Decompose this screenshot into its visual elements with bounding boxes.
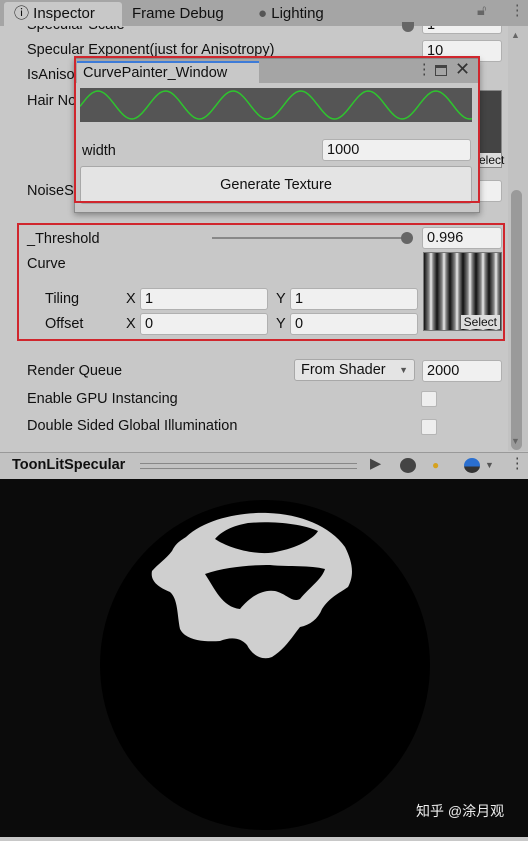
- info-icon: ⓘ: [14, 5, 34, 22]
- background-sphere-icon[interactable]: [464, 458, 480, 473]
- chevron-down-icon: ▼: [399, 365, 408, 375]
- slider-handle[interactable]: [402, 22, 414, 32]
- bulb-icon: ●: [258, 5, 272, 22]
- play-icon[interactable]: ▶: [370, 456, 381, 472]
- width-label: width: [82, 143, 116, 159]
- maximize-icon[interactable]: [435, 65, 447, 76]
- more-icon[interactable]: ⋮: [510, 456, 525, 472]
- curve-preview[interactable]: [80, 88, 472, 122]
- drag-handle[interactable]: [140, 463, 357, 469]
- more-icon[interactable]: ⋮: [417, 62, 432, 78]
- tiling-x-label: X: [126, 291, 136, 307]
- more-icon[interactable]: ⋮: [510, 3, 525, 19]
- lock-icon[interactable]: 🔓︎: [477, 3, 486, 19]
- offset-x-label: X: [126, 316, 136, 332]
- threshold-field[interactable]: 0.996: [422, 227, 502, 249]
- offset-label: Offset: [45, 316, 84, 332]
- gpu-instancing-label: Enable GPU Instancing: [27, 391, 178, 407]
- double-sided-gi-label: Double Sided Global Illumination: [27, 418, 238, 434]
- sphere-mesh-icon[interactable]: [400, 458, 416, 473]
- light-icon[interactable]: ●: [432, 458, 446, 472]
- preview-toolbar: ToonLitSpecular ▶ ● ▼ ⋮: [0, 452, 528, 479]
- width-field[interactable]: 1000: [322, 139, 471, 161]
- noise-label: NoiseS: [27, 183, 74, 199]
- threshold-slider-handle[interactable]: [401, 232, 413, 244]
- offset-y-field[interactable]: 0: [290, 313, 418, 335]
- tiling-label: Tiling: [45, 291, 80, 307]
- tiling-y-label: Y: [276, 291, 286, 307]
- curve-label: Curve: [27, 256, 66, 272]
- tiling-y-field[interactable]: 1: [290, 288, 418, 310]
- generate-texture-button[interactable]: Generate Texture: [80, 166, 472, 204]
- popup-title: CurvePainter_Window: [77, 61, 259, 83]
- preview-sphere: [100, 500, 430, 830]
- tiling-x-field[interactable]: 1: [140, 288, 268, 310]
- chevron-down-icon[interactable]: ▼: [485, 460, 494, 470]
- tab-inspector[interactable]: ⓘ Inspector: [4, 2, 122, 26]
- double-sided-gi-checkbox[interactable]: [421, 419, 437, 435]
- offset-x-field[interactable]: 0: [140, 313, 268, 335]
- specular-exponent-label: Specular Exponent(just for Anisotropy): [27, 42, 275, 58]
- watermark: 知乎 @涂月观: [416, 803, 505, 819]
- curve-painter-window: CurvePainter_Window ⋮ ✕ width 1000 Gener…: [74, 58, 480, 213]
- tab-frame-debug[interactable]: Frame Debug: [122, 2, 234, 26]
- gpu-instancing-checkbox[interactable]: [421, 391, 437, 407]
- material-preview[interactable]: 知乎 @涂月观: [0, 479, 528, 837]
- render-queue-field[interactable]: 2000: [422, 360, 502, 382]
- hair-noise-label: Hair No: [27, 93, 77, 109]
- is-aniso-label: IsAniso: [27, 67, 75, 83]
- scroll-down-icon[interactable]: ▼: [511, 436, 520, 446]
- tab-lighting[interactable]: ● Lighting: [248, 2, 334, 26]
- threshold-label: _Threshold: [27, 231, 100, 247]
- offset-y-label: Y: [276, 316, 286, 332]
- tab-bar: ⓘ Inspector Frame Debug ● Lighting 🔓︎ ⋮: [0, 0, 528, 26]
- curve-select-button[interactable]: Select: [460, 315, 500, 329]
- close-icon[interactable]: ✕: [455, 59, 470, 80]
- preview-title: ToonLitSpecular: [12, 457, 126, 473]
- render-queue-dropdown[interactable]: From Shader ▼: [294, 359, 415, 381]
- scrollbar-thumb[interactable]: [511, 190, 522, 450]
- curve-texture[interactable]: Select: [423, 252, 502, 331]
- render-queue-label: Render Queue: [27, 363, 123, 379]
- threshold-slider[interactable]: [212, 237, 408, 239]
- scroll-up-icon[interactable]: ▲: [511, 30, 520, 40]
